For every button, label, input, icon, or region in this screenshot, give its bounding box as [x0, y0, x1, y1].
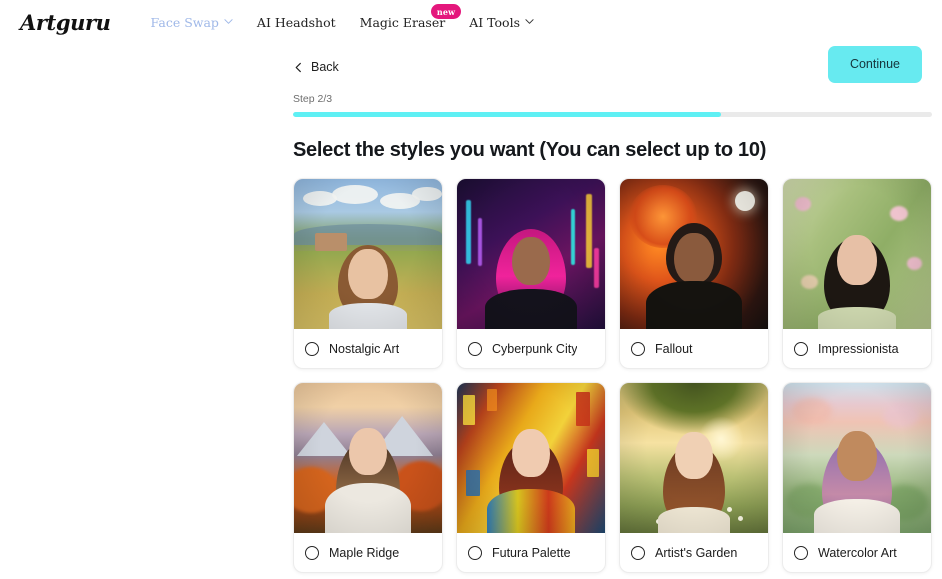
- style-radio-button[interactable]: [305, 545, 319, 560]
- new-badge: new: [430, 4, 462, 19]
- nav-item-label: AI Tools: [469, 15, 520, 30]
- progress-bar-fill: [293, 112, 722, 117]
- style-radio-button[interactable]: [631, 545, 645, 560]
- chevron-down-icon: [224, 17, 233, 26]
- style-radio-button[interactable]: [794, 545, 808, 560]
- top-navigation-bar: Artguru Face Swap AI Headshot Magic Eras…: [0, 0, 942, 45]
- style-radio-button[interactable]: [631, 341, 645, 356]
- style-card-footer: Fallout: [620, 329, 768, 368]
- style-card-footer: Impressionista: [783, 329, 931, 368]
- nav-item-face-swap[interactable]: Face Swap: [151, 15, 233, 30]
- style-thumbnail: [783, 383, 931, 533]
- nav-item-label: Magic Eraser: [359, 15, 446, 30]
- style-thumbnail: [620, 179, 768, 329]
- style-card[interactable]: Artist's Garden: [619, 382, 769, 573]
- style-card[interactable]: Cyberpunk City: [456, 178, 606, 369]
- progress-bar: [293, 112, 932, 117]
- style-card-label: Fallout: [655, 341, 693, 356]
- back-button[interactable]: Back: [293, 60, 339, 74]
- style-thumbnail: [457, 179, 605, 329]
- style-card[interactable]: Maple Ridge: [293, 382, 443, 573]
- back-button-label: Back: [311, 60, 339, 74]
- style-card-footer: Futura Palette: [457, 533, 605, 572]
- style-card-footer: Watercolor Art: [783, 533, 931, 572]
- style-thumbnail: [294, 179, 442, 329]
- style-card[interactable]: Futura Palette: [456, 382, 606, 573]
- style-thumbnail: [294, 383, 442, 533]
- style-card[interactable]: Nostalgic Art: [293, 178, 443, 369]
- style-radio-button[interactable]: [794, 341, 808, 356]
- nav-links: Face Swap AI Headshot Magic Eraser new A…: [151, 4, 534, 30]
- chevron-left-icon: [293, 62, 304, 73]
- style-card-label: Maple Ridge: [329, 545, 400, 560]
- style-thumbnail: [783, 179, 931, 329]
- style-card-label: Impressionista: [818, 341, 899, 356]
- wizard-toolbar: Back Continue: [293, 45, 932, 89]
- continue-button[interactable]: Continue: [827, 46, 922, 83]
- style-card-label: Futura Palette: [492, 545, 571, 560]
- nav-item-label: AI Headshot: [256, 15, 336, 30]
- style-card-label: Watercolor Art: [818, 545, 897, 560]
- style-grid: Nostalgic Art Cyberpunk City Fallout Impres…: [293, 178, 932, 573]
- step-indicator: Step 2/3: [293, 93, 333, 105]
- style-card[interactable]: Watercolor Art: [782, 382, 932, 573]
- style-thumbnail: [457, 383, 605, 533]
- chevron-down-icon: [525, 17, 534, 26]
- nav-item-ai-headshot[interactable]: AI Headshot: [257, 15, 336, 30]
- brand-logo[interactable]: Artguru: [20, 10, 111, 35]
- style-card[interactable]: Impressionista: [782, 178, 932, 369]
- style-card[interactable]: Fallout: [619, 178, 769, 369]
- style-card-label: Artist's Garden: [655, 545, 738, 560]
- style-card-footer: Maple Ridge: [294, 533, 442, 572]
- page-content: Back Continue Step 2/3 Select the styles…: [0, 45, 942, 573]
- nav-item-label: Face Swap: [150, 15, 219, 30]
- style-card-label: Cyberpunk City: [492, 341, 578, 356]
- page-title: Select the styles you want (You can sele…: [293, 139, 767, 161]
- style-radio-button[interactable]: [468, 545, 482, 560]
- style-radio-button[interactable]: [305, 341, 319, 356]
- nav-item-ai-tools[interactable]: AI Tools: [469, 15, 534, 30]
- style-card-footer: Nostalgic Art: [294, 329, 442, 368]
- style-radio-button[interactable]: [468, 341, 482, 356]
- style-thumbnail: [620, 383, 768, 533]
- nav-item-magic-eraser[interactable]: Magic Eraser new: [359, 4, 462, 30]
- style-card-label: Nostalgic Art: [329, 341, 400, 356]
- style-card-footer: Cyberpunk City: [457, 329, 605, 368]
- style-card-footer: Artist's Garden: [620, 533, 768, 572]
